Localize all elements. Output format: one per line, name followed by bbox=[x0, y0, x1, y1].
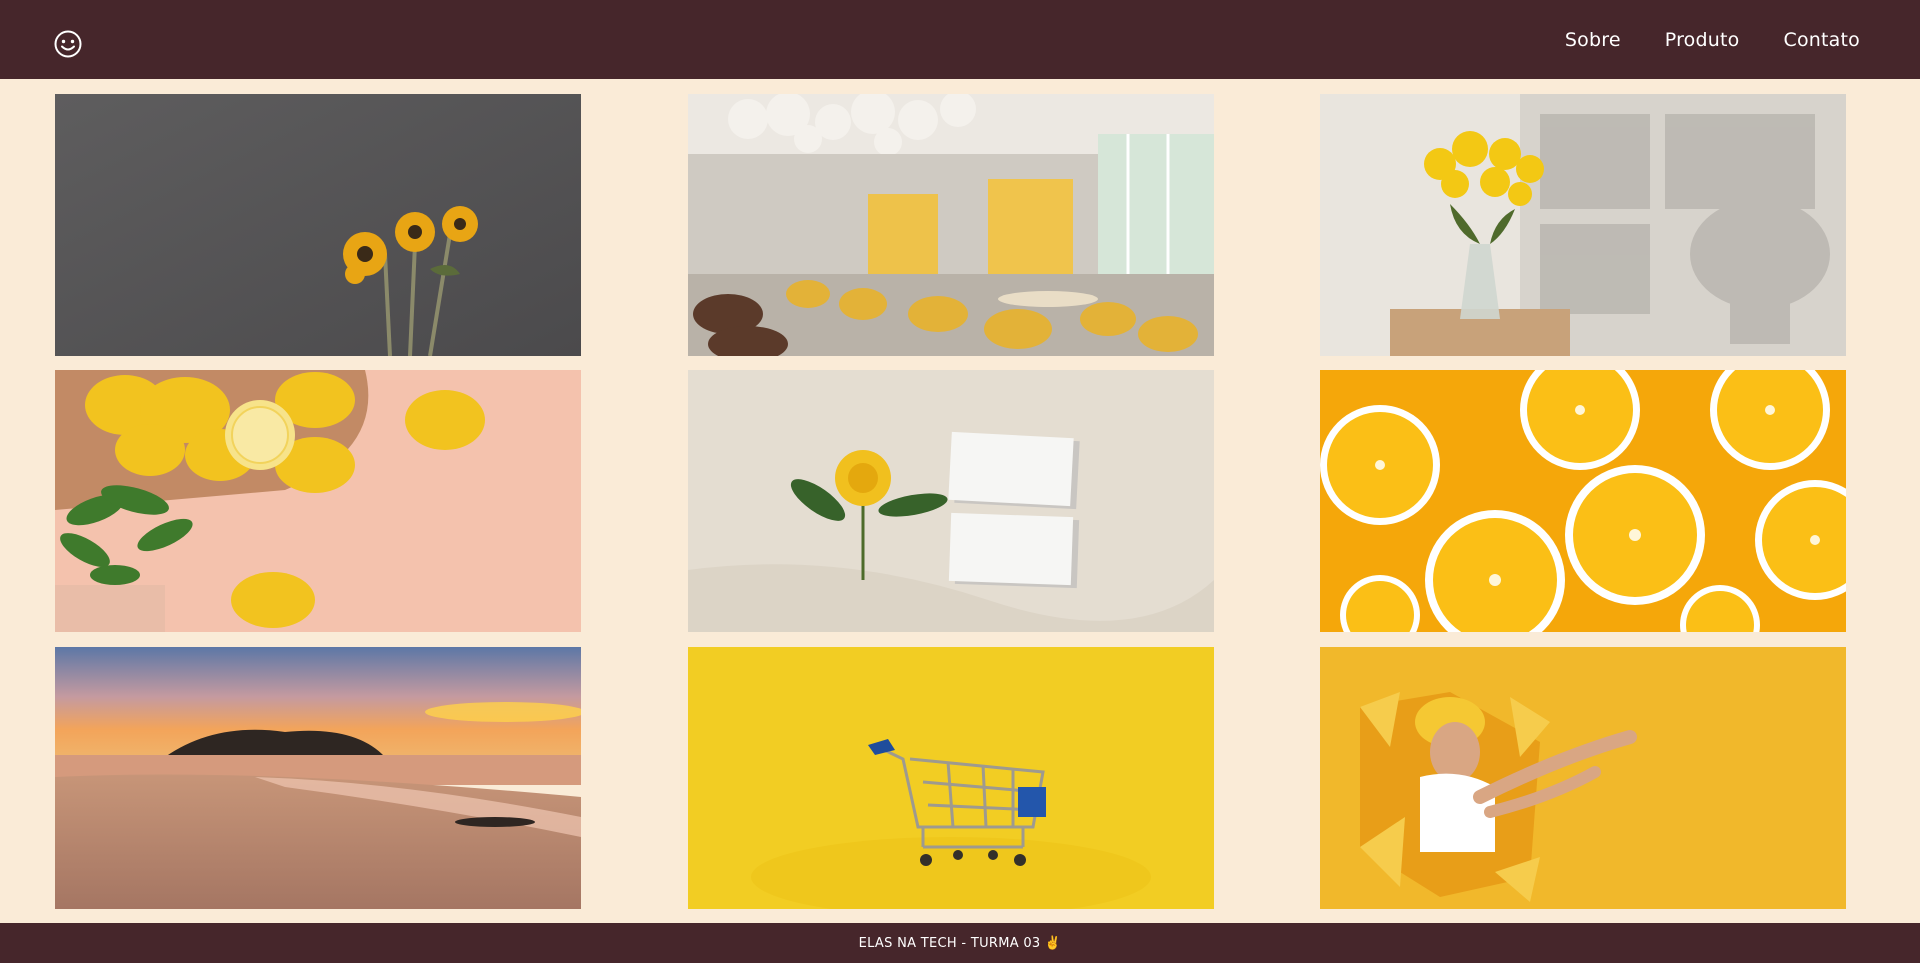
main-nav: Sobre Produto Contato bbox=[1565, 0, 1860, 79]
gallery-image-business-cards bbox=[688, 370, 1214, 632]
gallery-image-man-pointing bbox=[1320, 647, 1846, 909]
gallery-image-shopping-cart bbox=[688, 647, 1214, 909]
gallery-image-restaurant bbox=[688, 94, 1214, 356]
nav-link-contato[interactable]: Contato bbox=[1783, 29, 1860, 51]
footer-text: ELAS NA TECH - TURMA 03 ✌️ bbox=[858, 935, 1062, 951]
smiley-face-icon[interactable] bbox=[52, 28, 84, 60]
gallery-image-orange-slices bbox=[1320, 370, 1846, 632]
gallery-image-beach-sunset bbox=[55, 647, 581, 909]
gallery-image-sunflowers bbox=[55, 94, 581, 356]
nav-link-produto[interactable]: Produto bbox=[1665, 29, 1740, 51]
site-footer: ELAS NA TECH - TURMA 03 ✌️ bbox=[0, 923, 1920, 963]
gallery-image-lemons bbox=[55, 370, 581, 632]
gallery-image-flower-vase bbox=[1320, 94, 1846, 356]
site-header: Sobre Produto Contato bbox=[0, 0, 1920, 79]
nav-link-sobre[interactable]: Sobre bbox=[1565, 29, 1621, 51]
